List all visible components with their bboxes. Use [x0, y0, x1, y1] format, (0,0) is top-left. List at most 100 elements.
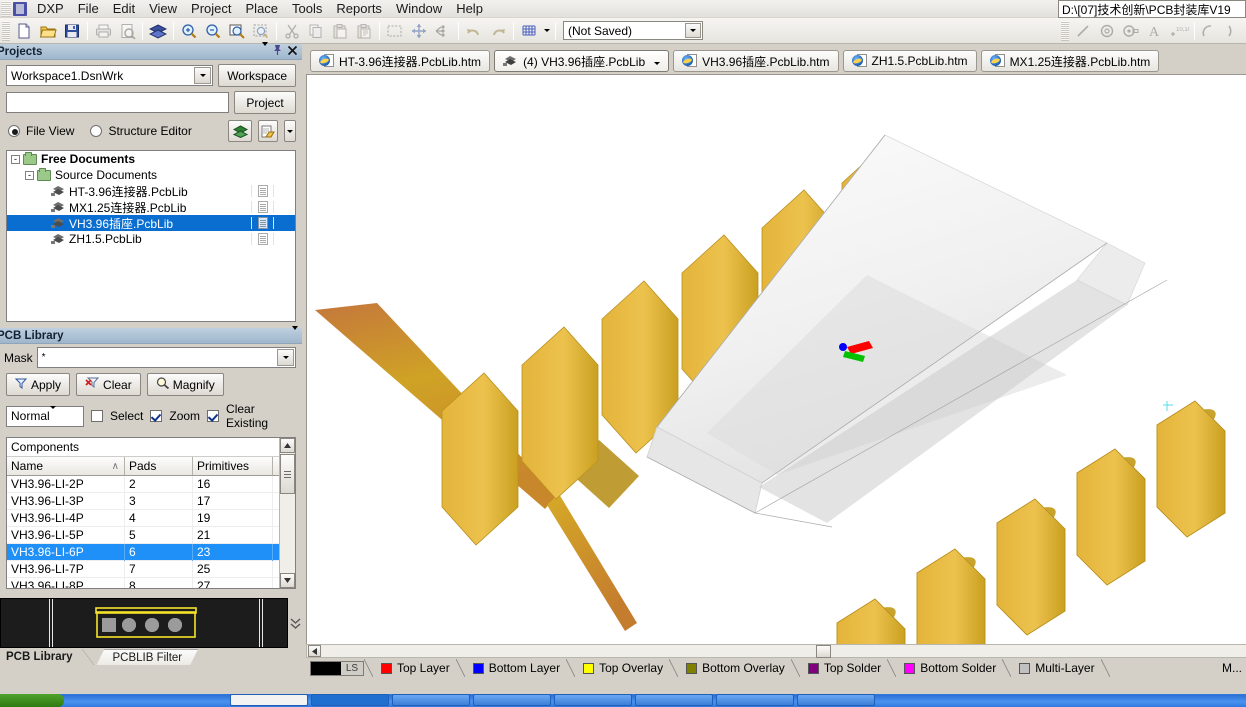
radio-file-view[interactable]: [8, 125, 20, 137]
layers-view-button[interactable]: [228, 120, 252, 142]
document-tab[interactable]: VH3.96插座.PcbLib.htm: [673, 50, 839, 72]
chevron-down-icon[interactable]: [194, 67, 212, 84]
menu-tools[interactable]: Tools: [285, 0, 329, 17]
mode-combo[interactable]: Normal: [6, 405, 84, 427]
via-icon[interactable]: [1119, 20, 1143, 42]
layer-color-swatch[interactable]: LS: [310, 660, 364, 676]
apply-button[interactable]: Apply: [6, 373, 71, 396]
mask-input[interactable]: *: [36, 347, 296, 368]
chevron-down-icon[interactable]: [277, 349, 294, 366]
toolbar-grip-2[interactable]: [1061, 20, 1069, 41]
taskbar-item-6[interactable]: [635, 694, 713, 706]
paste-icon[interactable]: [328, 20, 352, 42]
3d-viewport[interactable]: [306, 74, 1246, 646]
close-icon[interactable]: [287, 45, 298, 59]
scroll-down-button[interactable]: [280, 573, 295, 588]
open-project-dropdown[interactable]: [284, 120, 296, 142]
document-tab[interactable]: ZH1.5.PcbLib.htm: [842, 50, 977, 72]
taskbar-item-5[interactable]: [554, 694, 632, 706]
zoom-in-icon[interactable]: [177, 20, 201, 42]
tree-item[interactable]: MX1.25连接器.PcbLib: [7, 199, 295, 215]
clear-button[interactable]: Clear: [76, 373, 141, 396]
tree-expander-icon[interactable]: -: [25, 170, 34, 180]
scroll-up-button[interactable]: [280, 438, 295, 453]
menu-file[interactable]: File: [71, 0, 106, 17]
panel-collapse-chevrons[interactable]: [288, 617, 302, 637]
horizontal-scrollbar[interactable]: [306, 644, 1246, 658]
column-header-pads[interactable]: Pads: [125, 457, 193, 475]
project-button[interactable]: Project: [234, 91, 296, 114]
layer-tab[interactable]: Bottom Layer: [465, 660, 566, 677]
align-icon[interactable]: [431, 20, 455, 42]
text-icon[interactable]: A: [1143, 20, 1167, 42]
select-checkbox[interactable]: [91, 410, 103, 422]
dock-tab-pcb-library[interactable]: PCB Library: [0, 649, 82, 665]
table-row[interactable]: VH3.96-LI-3P 3 17: [7, 492, 295, 510]
zoom-selected-icon[interactable]: [249, 20, 273, 42]
zoom-out-icon[interactable]: [201, 20, 225, 42]
grid-icon[interactable]: [517, 20, 541, 42]
pin-icon[interactable]: [272, 44, 283, 59]
table-row[interactable]: VH3.96-LI-4P 4 19: [7, 509, 295, 527]
line-icon[interactable]: [1071, 20, 1095, 42]
table-row[interactable]: VH3.96-LI-8P 8 27: [7, 577, 295, 588]
tree-item[interactable]: HT-3.96连接器.PcbLib: [7, 183, 295, 199]
tree-item[interactable]: VH3.96插座.PcbLib: [7, 215, 295, 231]
layer-tab[interactable]: Multi-Layer: [1011, 660, 1100, 677]
table-row[interactable]: VH3.96-LI-5P 5 21: [7, 526, 295, 544]
footprint-preview[interactable]: [0, 598, 288, 648]
zoom-area-icon[interactable]: [225, 20, 249, 42]
pad-icon[interactable]: [1095, 20, 1119, 42]
menu-reports[interactable]: Reports: [329, 0, 389, 17]
tree-item[interactable]: - Free Documents: [7, 151, 295, 167]
chevron-down-icon[interactable]: [49, 406, 56, 423]
layer-tab[interactable]: Bottom Solder: [896, 660, 1002, 677]
menu-project[interactable]: Project: [184, 0, 238, 17]
menu-dxp[interactable]: DXP: [30, 0, 71, 17]
new-document-icon[interactable]: [12, 20, 36, 42]
move-icon[interactable]: [407, 20, 431, 42]
menu-window[interactable]: Window: [389, 0, 449, 17]
layer-tab[interactable]: Top Solder: [800, 660, 887, 677]
magnify-button[interactable]: Magnify: [146, 373, 224, 396]
tree-item[interactable]: ZH1.5.PcbLib: [7, 231, 295, 247]
table-row[interactable]: VH3.96-LI-2P 2 16: [7, 475, 295, 493]
select-area-icon[interactable]: [383, 20, 407, 42]
table-row[interactable]: VH3.96-LI-6P 6 23: [7, 543, 295, 561]
taskbar-item-1[interactable]: [230, 694, 308, 706]
menu-help[interactable]: Help: [449, 0, 490, 17]
horizontal-scroll-track[interactable]: [321, 644, 1246, 658]
print-icon[interactable]: [91, 20, 115, 42]
taskbar-item-4[interactable]: [473, 694, 551, 706]
clear-existing-checkbox[interactable]: [207, 410, 220, 422]
menu-edit[interactable]: Edit: [106, 0, 142, 17]
zoom-checkbox[interactable]: [150, 410, 163, 422]
components-table[interactable]: Components Name ∧ Pads Primitives VH3.96…: [6, 437, 296, 589]
open-project-button[interactable]: [258, 120, 278, 142]
save-icon[interactable]: [60, 20, 84, 42]
workspace-button[interactable]: Workspace: [218, 64, 296, 87]
arc-icon[interactable]: [1198, 20, 1222, 42]
chevron-down-icon[interactable]: [654, 54, 661, 68]
fill-icon[interactable]: [1222, 20, 1246, 42]
taskbar-item-8[interactable]: [797, 694, 875, 706]
project-field[interactable]: [6, 92, 229, 113]
taskbar-item-2[interactable]: [311, 694, 389, 706]
menu-place[interactable]: Place: [239, 0, 286, 17]
print-preview-icon[interactable]: [115, 20, 139, 42]
column-header-name[interactable]: Name ∧: [7, 457, 125, 475]
open-folder-icon[interactable]: [36, 20, 60, 42]
menu-grip[interactable]: [1, 0, 11, 17]
paste-special-icon[interactable]: [352, 20, 376, 42]
document-path-field[interactable]: D:\[07]技术创新\PCB封装库V19: [1058, 0, 1246, 18]
column-header-primitives[interactable]: Primitives: [193, 457, 273, 475]
chevron-down-icon[interactable]: [685, 23, 701, 38]
components-scrollbar[interactable]: [279, 438, 295, 588]
copy-icon[interactable]: [304, 20, 328, 42]
tree-expander-icon[interactable]: -: [11, 154, 20, 164]
dock-tab-pcblib-filter[interactable]: PCBLIB Filter: [96, 649, 198, 665]
layer-bar-overflow-label[interactable]: M...: [1222, 661, 1246, 675]
scroll-left-button[interactable]: [308, 645, 321, 657]
chevron-down-icon[interactable]: [262, 41, 268, 58]
redo-icon[interactable]: [486, 20, 510, 42]
